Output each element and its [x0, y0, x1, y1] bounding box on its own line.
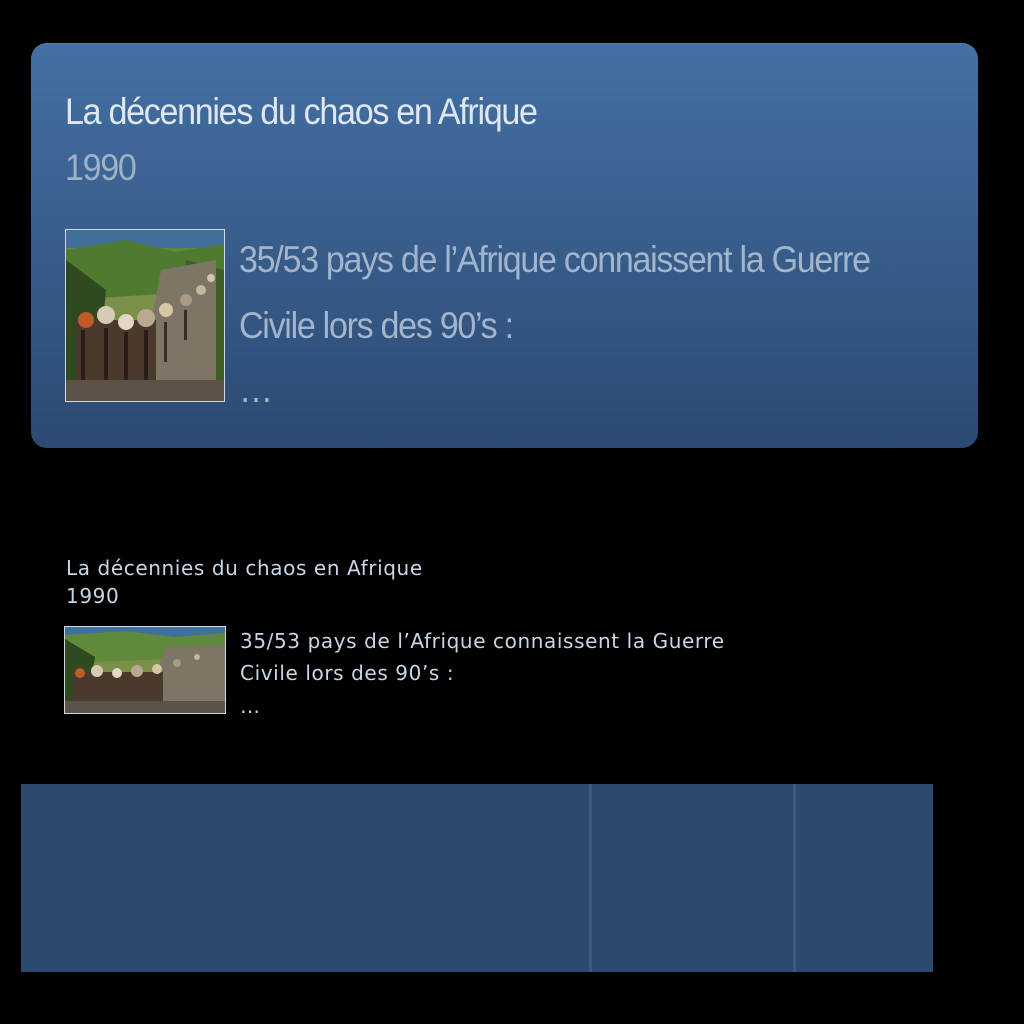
panel-divider	[793, 784, 796, 972]
preview-thumbnail-image	[64, 626, 226, 714]
preview-year: 1990	[66, 584, 120, 608]
slide-card[interactable]: La décennies du chaos en Afrique 1990 35…	[31, 43, 978, 448]
preview-text-line-2: Civile lors des 90’s :	[240, 661, 455, 685]
bottom-panel	[21, 784, 933, 972]
panel-divider	[589, 784, 592, 972]
card-title: La décennies du chaos en Afrique	[65, 91, 538, 132]
preview-text-line-1: 35/53 pays de l’Afrique connaissent la G…	[240, 629, 725, 653]
card-thumbnail-image	[65, 229, 225, 402]
preview-text-ellipsis: …	[240, 694, 261, 718]
card-text-line-1: 35/53 pays de l’Afrique connaissent la G…	[239, 239, 871, 280]
preview-title: La décennies du chaos en Afrique	[66, 556, 423, 580]
card-text-ellipsis: …	[239, 369, 273, 410]
card-text-line-2: Civile lors des 90’s :	[239, 305, 514, 346]
card-year: 1990	[65, 147, 137, 188]
